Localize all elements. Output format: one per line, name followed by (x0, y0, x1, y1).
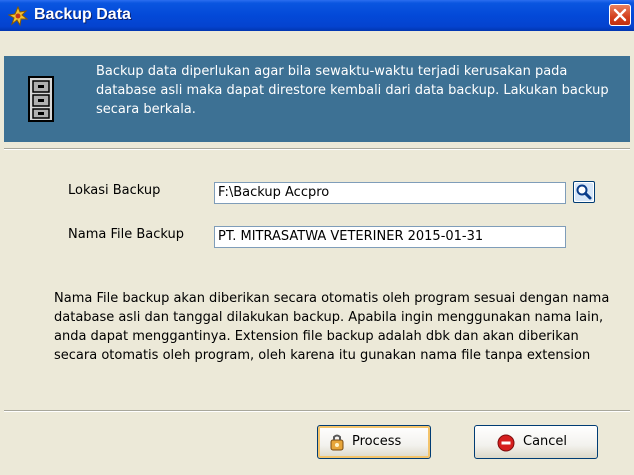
close-button[interactable] (609, 4, 631, 26)
title-bar[interactable]: Backup Data (0, 0, 634, 31)
backup-app-icon (7, 5, 29, 27)
browse-button[interactable] (573, 181, 595, 203)
close-icon (613, 8, 627, 22)
nama-file-backup-label: Nama File Backup (68, 227, 184, 242)
info-banner: Backup data diperlukan agar bila sewaktu… (4, 56, 630, 142)
cancel-button[interactable]: Cancel (474, 425, 598, 459)
divider-bottom (4, 410, 630, 412)
banner-text: Backup data diperlukan agar bila sewaktu… (96, 64, 609, 117)
search-icon (575, 183, 593, 201)
window-title: Backup Data (34, 6, 131, 23)
cancel-icon (497, 434, 515, 452)
process-button[interactable]: Process (317, 425, 431, 459)
cancel-label: Cancel (523, 434, 568, 449)
file-cabinet-icon (26, 76, 56, 124)
info-note: Nama File backup akan diberikan secara o… (54, 291, 610, 363)
backup-dialog: Backup Data Backup data diperlukan agar … (0, 0, 634, 475)
divider-top (4, 148, 630, 150)
process-icon (328, 434, 346, 452)
process-label: Process (352, 434, 402, 449)
lokasi-backup-label: Lokasi Backup (68, 183, 161, 198)
nama-file-backup-input[interactable]: PT. MITRASATWA VETERINER 2015-01-31 (214, 226, 566, 248)
lokasi-backup-input[interactable]: F:\Backup Accpro (214, 182, 566, 204)
